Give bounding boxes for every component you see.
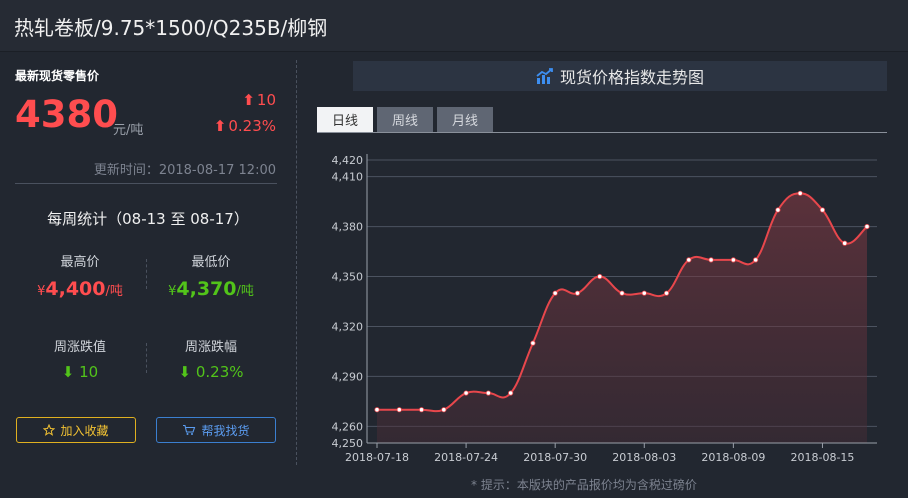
weekly-change-label: 周涨跌值 xyxy=(53,340,106,355)
cart-icon xyxy=(183,424,196,435)
y-tick-label: 4,380 xyxy=(332,221,364,234)
arrow-down-icon: ⬇ xyxy=(178,363,196,381)
weekly-high-value: ¥4,400/吨 xyxy=(15,278,145,300)
weekly-low-number: 4,370 xyxy=(176,278,237,300)
data-point[interactable] xyxy=(663,290,670,296)
data-point[interactable] xyxy=(574,290,581,296)
data-point[interactable] xyxy=(619,290,625,296)
weekly-pct-value: ⬇ 0.23% xyxy=(146,363,276,381)
chart-header: 现货价格指数走势图 xyxy=(353,61,887,91)
weekly-high-label: 最高价 xyxy=(60,255,100,270)
data-point[interactable] xyxy=(552,290,558,296)
y-tick-label: 4,250 xyxy=(332,437,364,450)
arrow-up-icon: ⬆ xyxy=(242,91,255,109)
chart-title: 现货价格指数走势图 xyxy=(559,68,704,87)
data-point[interactable] xyxy=(508,390,514,396)
y-tick-label: 4,320 xyxy=(332,320,364,333)
price-change-abs: ⬆ 10 xyxy=(242,91,276,109)
tab-daily[interactable]: 日线 xyxy=(317,107,373,132)
weekly-high: 最高价 ¥4,400/吨 xyxy=(15,251,145,300)
data-point[interactable] xyxy=(819,207,826,213)
x-tick-label: 2018-08-15 xyxy=(790,451,854,464)
tab-weekly[interactable]: 周线 xyxy=(377,107,433,132)
page-title: 热轧卷板/9.75*1500/Q235B/柳钢 xyxy=(14,16,328,40)
price-line-chart: 4,250 4,260 4,290 4,320 4,350 4,380 4,410 4,420… xyxy=(332,154,877,464)
data-point[interactable] xyxy=(842,240,848,246)
data-point[interactable] xyxy=(396,407,402,413)
price-change-abs-value: 10 xyxy=(256,91,276,109)
weekly-low-unit: /吨 xyxy=(236,284,254,299)
weekly-low-value: ¥4,370/吨 xyxy=(146,278,276,300)
weekly-pct-label: 周涨跌幅 xyxy=(184,340,237,355)
data-point[interactable] xyxy=(530,340,536,346)
data-point[interactable] xyxy=(864,223,870,230)
data-point[interactable] xyxy=(463,390,469,396)
find-goods-button[interactable]: 帮我找货 xyxy=(156,417,276,443)
divider xyxy=(15,183,277,184)
weekly-change-value: ⬇ 10 xyxy=(15,363,145,381)
x-tick-label: 2018-08-03 xyxy=(612,451,676,464)
period-tabs: 日线 周线 月线 xyxy=(317,107,497,132)
y-tick-label: 4,410 xyxy=(332,171,364,184)
data-point[interactable] xyxy=(686,257,692,263)
current-price: 4380 xyxy=(15,93,118,136)
data-point[interactable] xyxy=(753,257,759,263)
arrow-down-icon: ⬇ xyxy=(61,363,80,381)
disclaimer-note: * 提示：本版块的产品报价均为含税过磅价 xyxy=(471,478,697,492)
tab-underline xyxy=(317,132,887,133)
price-panel: 最新现货零售价 4380 元/吨 ⬆ 10 ⬆ 0.23% 更新时间：2018-08… xyxy=(0,53,296,498)
price-change-pct-value: 0.23% xyxy=(228,117,276,135)
trend-chart-icon xyxy=(536,68,553,84)
data-point[interactable] xyxy=(797,190,803,196)
weekly-stats-title: 每周统计（08-13 至 08-17） xyxy=(47,210,249,228)
chart-panel: 现货价格指数走势图 日线 周线 月线 4,250 4,260 4,290 4,320 4… xyxy=(297,53,908,498)
add-favorite-label: 加入收藏 xyxy=(60,423,109,438)
price-label: 最新现货零售价 xyxy=(15,69,100,83)
x-tick-label: 2018-08-09 xyxy=(701,451,765,464)
x-tick-label: 2018-07-30 xyxy=(523,451,587,464)
data-point[interactable] xyxy=(418,407,425,413)
data-point[interactable] xyxy=(597,273,603,280)
weekly-pct-number: 0.23% xyxy=(195,363,244,381)
add-favorite-button[interactable]: 加入收藏 xyxy=(16,417,136,443)
y-tick-label: 4,290 xyxy=(332,370,364,383)
y-tick-label: 4,420 xyxy=(332,154,364,167)
weekly-high-number: 4,400 xyxy=(45,278,106,300)
y-tick-label: 4,260 xyxy=(332,420,364,433)
update-time: 更新时间：2018-08-17 12:00 xyxy=(93,163,276,178)
y-tick-label: 4,350 xyxy=(332,271,364,284)
title-bar: 热轧卷板/9.75*1500/Q235B/柳钢 xyxy=(0,0,908,52)
price-unit: 元/吨 xyxy=(113,123,144,138)
price-change-pct: ⬆ 0.23% xyxy=(214,117,276,135)
data-point[interactable] xyxy=(708,257,714,263)
data-point[interactable] xyxy=(641,290,647,296)
data-point[interactable] xyxy=(775,207,781,213)
weekly-low: 最低价 ¥4,370/吨 xyxy=(146,251,276,300)
weekly-low-label: 最低价 xyxy=(191,255,231,270)
weekly-high-unit: /吨 xyxy=(105,284,123,299)
weekly-pct: 周涨跌幅 ⬇ 0.23% xyxy=(146,336,276,381)
find-goods-label: 帮我找货 xyxy=(201,423,250,438)
x-tick-label: 2018-07-18 xyxy=(345,451,409,464)
tab-monthly[interactable]: 月线 xyxy=(437,107,493,132)
weekly-change: 周涨跌值 ⬇ 10 xyxy=(15,336,145,381)
data-point[interactable] xyxy=(485,390,491,396)
arrow-up-icon: ⬆ xyxy=(213,117,227,135)
data-point[interactable] xyxy=(441,407,447,413)
data-point[interactable] xyxy=(374,407,380,413)
data-point[interactable] xyxy=(730,257,736,263)
star-icon xyxy=(43,424,56,436)
x-tick-label: 2018-07-24 xyxy=(434,451,498,464)
weekly-change-number: 10 xyxy=(79,363,99,381)
